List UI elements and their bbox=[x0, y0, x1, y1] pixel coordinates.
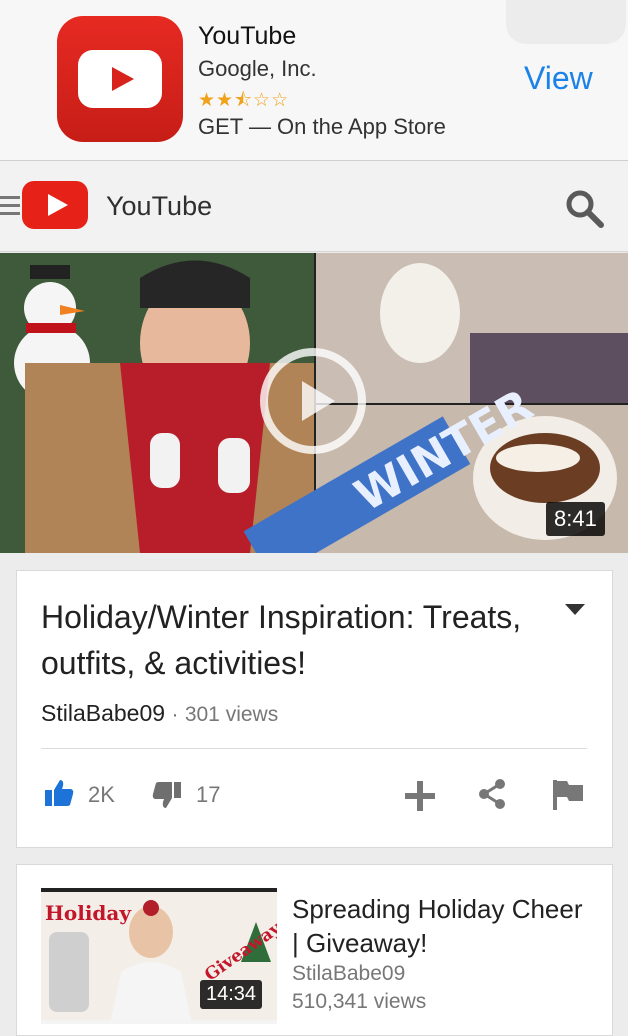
separator-dot: · bbox=[171, 703, 179, 726]
banner-corner-decoration bbox=[506, 0, 626, 44]
app-developer: Google, Inc. bbox=[198, 56, 317, 81]
related-thumbnail-text-1: Holiday bbox=[45, 901, 132, 925]
search-icon[interactable] bbox=[562, 186, 606, 230]
menu-icon[interactable] bbox=[0, 196, 20, 216]
dislike-count: 17 bbox=[196, 782, 221, 807]
youtube-logo-icon[interactable] bbox=[22, 181, 88, 229]
play-icon[interactable] bbox=[258, 346, 368, 456]
video-meta: StilaBabe09 · 301 views bbox=[41, 700, 278, 727]
related-video-title[interactable]: Spreading Holiday Cheer | Giveaway! bbox=[292, 892, 592, 960]
like-count: 2K bbox=[88, 782, 115, 807]
related-video-duration: 14:34 bbox=[200, 980, 263, 1009]
video-title: Holiday/Winter Inspiration: Treats, outf… bbox=[41, 599, 522, 681]
view-count: 301 views bbox=[184, 703, 279, 726]
video-duration: 8:41 bbox=[546, 502, 605, 536]
thumbs-down-icon[interactable] bbox=[152, 780, 182, 810]
youtube-app-icon bbox=[57, 16, 183, 142]
app-name: YouTube bbox=[198, 22, 297, 50]
site-header bbox=[0, 161, 628, 252]
flag-icon[interactable] bbox=[551, 778, 585, 812]
related-video-views: 510,341 views bbox=[292, 990, 427, 1013]
channel-name[interactable]: StilaBabe09 bbox=[41, 700, 165, 726]
view-button[interactable]: View bbox=[524, 60, 593, 97]
site-title: YouTube bbox=[106, 191, 213, 221]
divider bbox=[41, 748, 587, 749]
related-video-channel: StilaBabe09 bbox=[292, 962, 406, 985]
chevron-down-icon[interactable] bbox=[565, 604, 585, 615]
add-to-playlist-icon[interactable] bbox=[403, 779, 437, 813]
thumbs-up-icon[interactable] bbox=[44, 778, 74, 808]
share-icon[interactable] bbox=[477, 778, 507, 810]
app-store-text: GET — On the App Store bbox=[198, 114, 446, 139]
